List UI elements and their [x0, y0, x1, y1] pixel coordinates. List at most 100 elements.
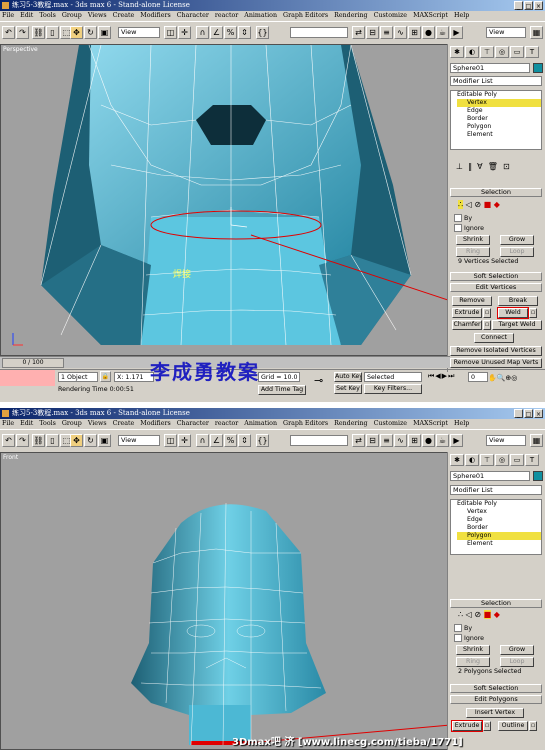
vertex-mode-icon[interactable]: ∴ [458, 610, 463, 619]
schematic-icon[interactable]: ⊞ [408, 434, 421, 447]
key-icon[interactable]: ⊸ [314, 374, 323, 387]
stack-item-edge[interactable]: Edge [457, 516, 541, 524]
menu-help[interactable]: Help [454, 420, 469, 427]
curve-editor-icon[interactable]: ∿ [394, 434, 407, 447]
auto-key-button[interactable]: Auto Key [334, 372, 362, 382]
break-button[interactable]: Break [498, 296, 538, 306]
show-end-result-icon[interactable]: ‖ [468, 162, 472, 171]
link-icon[interactable]: ⛓ [32, 434, 45, 447]
menu-modifiers[interactable]: Modifiers [140, 420, 170, 427]
render-last-icon[interactable]: ▦ [530, 26, 543, 39]
create-tab-icon[interactable]: ✱ [450, 46, 464, 58]
menu-rendering[interactable]: Rendering [334, 420, 367, 427]
extrude-settings-button[interactable]: ▫ [483, 308, 491, 318]
stack-item-element[interactable]: Element [457, 540, 541, 548]
redo-icon[interactable]: ↷ [16, 26, 29, 39]
grow-button[interactable]: Grow [500, 235, 534, 245]
perspective-viewport[interactable]: Perspective 焊接 [0, 44, 450, 356]
axis-icon[interactable]: ✛ [178, 26, 191, 39]
pin-stack-icon[interactable]: ⊥ [456, 162, 463, 171]
reference-coord-dropdown[interactable]: View [118, 435, 160, 446]
material-editor-icon[interactable]: ● [422, 26, 435, 39]
menu-maxscript[interactable]: MAXScript [413, 12, 448, 19]
curve-editor-icon[interactable]: ∿ [394, 26, 407, 39]
menu-character[interactable]: Character [177, 12, 209, 19]
ring-button[interactable]: Ring [456, 657, 490, 667]
modifier-list-dropdown[interactable]: Modifier List [450, 485, 542, 495]
display-tab-icon[interactable]: ▭ [510, 46, 524, 58]
menu-customize[interactable]: Customize [374, 12, 407, 19]
align-icon[interactable]: ⊟ [366, 434, 379, 447]
named-selection-dropdown[interactable] [290, 435, 348, 446]
loop-button[interactable]: Loop [500, 657, 534, 667]
menu-help[interactable]: Help [454, 12, 469, 19]
object-name-field[interactable]: Sphere01 [450, 471, 530, 481]
menu-group[interactable]: Group [62, 420, 82, 427]
edge-mode-icon[interactable]: ◁ [466, 200, 472, 209]
key-mode-dropdown[interactable]: Selected [364, 372, 422, 382]
stack-item-vertex[interactable]: Vertex [457, 508, 541, 516]
undo-icon[interactable]: ↶ [2, 434, 15, 447]
menu-file[interactable]: File [2, 12, 14, 19]
stack-item-vertex[interactable]: Vertex [457, 99, 541, 107]
menu-create[interactable]: Create [113, 12, 135, 19]
stack-item-polygon[interactable]: Polygon [457, 123, 541, 131]
render-type-dropdown[interactable]: View [486, 435, 526, 446]
insert-vertex-button[interactable]: Insert Vertex [466, 708, 524, 718]
percent-snap-icon[interactable]: % [224, 26, 237, 39]
utilities-tab-icon[interactable]: T [525, 454, 539, 466]
menu-views[interactable]: Views [88, 12, 107, 19]
layer-icon[interactable]: ≡ [380, 434, 393, 447]
edge-mode-icon[interactable]: ◁ [466, 610, 472, 619]
extrude-settings-button[interactable]: ▫ [483, 721, 491, 731]
display-tab-icon[interactable]: ▭ [510, 454, 524, 466]
render-last-icon[interactable]: ▦ [530, 434, 543, 447]
utilities-tab-icon[interactable]: T [525, 46, 539, 58]
target-weld-button[interactable]: Target Weld [492, 320, 542, 330]
reference-coord-dropdown[interactable]: View [118, 27, 160, 38]
snap-icon[interactable]: ∩ [196, 434, 209, 447]
select-icon[interactable]: ▯ [46, 434, 59, 447]
stack-item-border[interactable]: Border [457, 115, 541, 123]
menu-file[interactable]: File [2, 420, 14, 427]
outline-button[interactable]: Outline [498, 721, 528, 731]
material-editor-icon[interactable]: ● [422, 434, 435, 447]
close-icon[interactable]: × [534, 409, 543, 418]
soft-selection-rollout[interactable]: Soft Selection [450, 684, 542, 693]
render-type-dropdown[interactable]: View [486, 27, 526, 38]
element-mode-icon[interactable]: ◆ [494, 610, 500, 619]
mirror-icon[interactable]: ⇄ [352, 26, 365, 39]
hierarchy-tab-icon[interactable]: ⊤ [480, 454, 494, 466]
remove-unused-map-verts-button[interactable]: Remove Unused Map Verts [450, 358, 542, 368]
link-icon[interactable]: ⛓ [32, 26, 45, 39]
connect-button[interactable]: Connect [474, 333, 514, 343]
close-icon[interactable]: × [534, 1, 543, 10]
menu-character[interactable]: Character [177, 420, 209, 427]
stack-item-editable-poly[interactable]: Editable Poly [457, 500, 541, 508]
named-selection-icon[interactable]: {} [256, 434, 269, 447]
menu-edit[interactable]: Edit [20, 12, 33, 19]
spinner-snap-icon[interactable]: ⇕ [238, 434, 251, 447]
move-icon[interactable]: ✥ [70, 434, 83, 447]
quick-render-icon[interactable]: ▶ [450, 26, 463, 39]
by-vertex-checkbox[interactable]: By [454, 214, 472, 222]
angle-snap-icon[interactable]: ∠ [210, 434, 223, 447]
rotate-icon[interactable]: ↻ [84, 434, 97, 447]
menu-reactor[interactable]: reactor [215, 420, 238, 427]
extrude-button[interactable]: Extrude [452, 308, 482, 318]
modify-tab-icon[interactable]: ◐ [465, 454, 479, 466]
playback-controls[interactable]: ⏮◀▶⏭ [428, 372, 455, 381]
edit-vertices-rollout[interactable]: Edit Vertices [450, 283, 542, 292]
pivot-icon[interactable]: ◫ [164, 434, 177, 447]
edit-polygons-rollout[interactable]: Edit Polygons [450, 695, 542, 704]
menu-reactor[interactable]: reactor [215, 12, 238, 19]
stack-item-edge[interactable]: Edge [457, 107, 541, 115]
menu-modifiers[interactable]: Modifiers [140, 12, 170, 19]
menu-tools[interactable]: Tools [39, 420, 56, 427]
undo-icon[interactable]: ↶ [2, 26, 15, 39]
add-time-tag-button[interactable]: Add Time Tag [258, 385, 306, 395]
hierarchy-tab-icon[interactable]: ⊤ [480, 46, 494, 58]
front-viewport[interactable]: Front [0, 452, 450, 750]
current-frame-field[interactable]: 0 [468, 372, 488, 382]
redo-icon[interactable]: ↷ [16, 434, 29, 447]
